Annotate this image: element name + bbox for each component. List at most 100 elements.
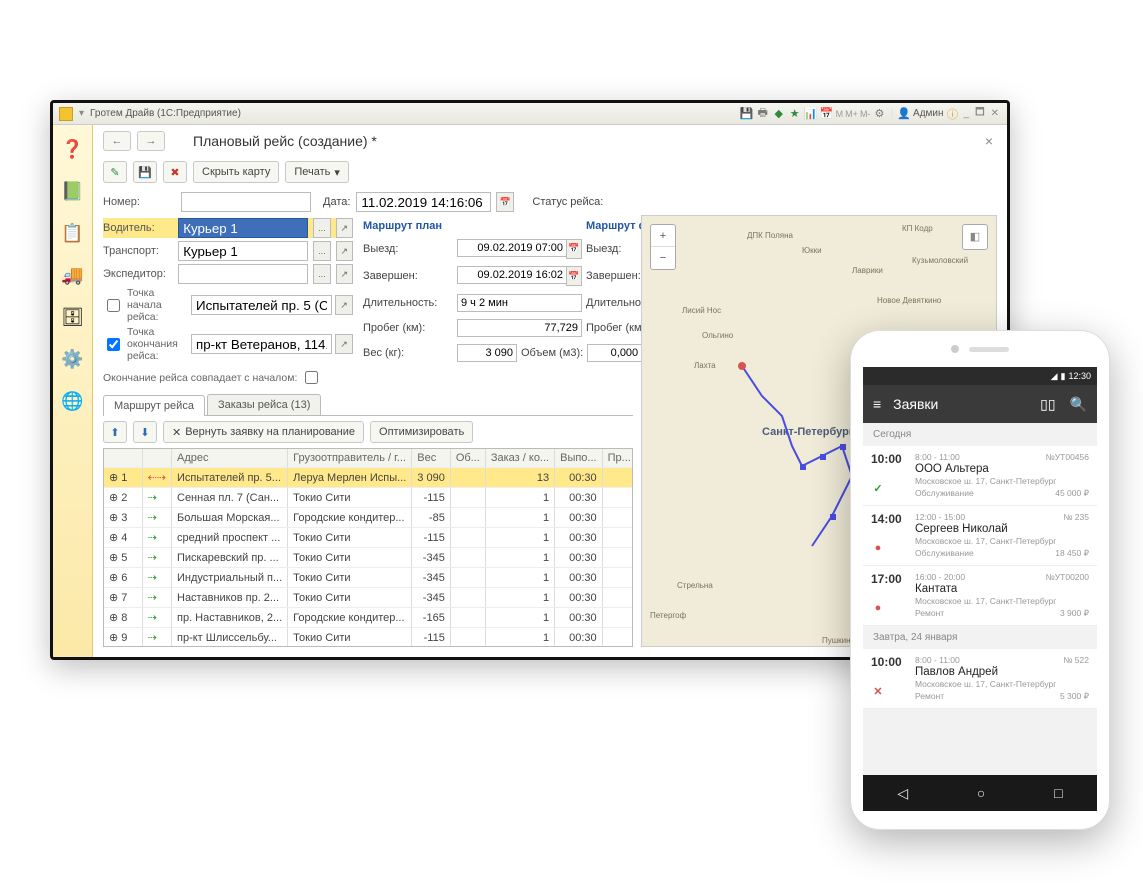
date-input[interactable] [356, 192, 491, 212]
print-button[interactable]: Печать ▾ [285, 161, 349, 183]
titlebar: ▾ Гротем Драйв (1С:Предприятие) 💾 🖶 ◆ ★ … [53, 103, 1007, 125]
col-header[interactable]: Вес [412, 449, 451, 468]
tool1-icon[interactable]: ◆ [772, 107, 786, 121]
driver-open-button[interactable]: ↗ [336, 218, 353, 238]
nav-recent-icon[interactable]: □ [1054, 785, 1062, 801]
rail-truck-icon[interactable]: 🚚 [59, 261, 87, 289]
plan-done-cal[interactable]: 📅 [566, 266, 582, 286]
table-row[interactable]: ⊕ 6⇢Индустриальный п...Токио Сити-345100… [104, 568, 633, 588]
table-row[interactable]: ⊕ 7⇢Наставников пр. 2...Токио Сити-34510… [104, 588, 633, 608]
col-header[interactable]: Грузоотправитель / г... [288, 449, 412, 468]
table-row[interactable]: ⊕ 3⇢Большая Морская...Городские кондитер… [104, 508, 633, 528]
delete-button[interactable]: ✖ [163, 161, 187, 183]
order-card[interactable]: 10:00✕ 8:00 - 11:00№ 522 Павлов Андрей М… [863, 649, 1097, 709]
table-row[interactable]: ⊕ 4⇢средний проспект ...Токио Сити-11510… [104, 528, 633, 548]
rail-db-icon[interactable]: 🗄 [59, 303, 87, 331]
calendar-icon[interactable]: 📅 [820, 107, 834, 121]
order-card[interactable]: 10:00✓ 8:00 - 11:00№УТ00456 ООО Альтера … [863, 446, 1097, 506]
search-icon[interactable]: 🔍 [1070, 396, 1087, 413]
rail-settings-icon[interactable]: ⚙️ [59, 345, 87, 373]
end-point-checkbox[interactable] [107, 338, 120, 351]
transport-label: Транспорт: [103, 245, 172, 257]
plan-done-input[interactable] [457, 266, 567, 284]
hamburger-icon[interactable]: ≡ [873, 396, 881, 412]
order-card[interactable]: 14:00● 12:00 - 15:00№ 235 Сергеев Никола… [863, 506, 1097, 566]
plan-heading: Маршрут план [363, 220, 582, 232]
return-order-button[interactable]: ✕ Вернуть заявку на планирование [163, 421, 364, 443]
nav-home-icon[interactable]: ○ [977, 785, 985, 801]
calc-icon[interactable]: 📊 [804, 107, 818, 121]
expeditor-open-button[interactable]: ↗ [336, 264, 353, 284]
transport-lookup-button[interactable]: ... [313, 241, 330, 261]
maximize-button[interactable]: 🗖 [973, 105, 987, 122]
expeditor-input[interactable] [178, 264, 308, 284]
col-header[interactable]: Пр... [602, 449, 633, 468]
rail-globe-icon[interactable]: 🌐 [59, 387, 87, 415]
save-disk-icon[interactable]: 💾 [740, 107, 754, 121]
rail-docs-icon[interactable]: 📗 [59, 177, 87, 205]
volume-input[interactable] [587, 344, 642, 362]
section-today: Сегодня [863, 423, 1097, 446]
end-point-input[interactable] [191, 334, 332, 354]
number-input[interactable] [181, 192, 311, 212]
date-picker-button[interactable]: 📅 [496, 192, 514, 212]
driver-input[interactable] [178, 218, 308, 238]
tab-route[interactable]: Маршрут рейса [103, 395, 205, 416]
scan-icon[interactable]: ▯▯ [1040, 396, 1055, 413]
save-button[interactable]: 💾 [133, 161, 157, 183]
volume-label: Объем (м3): [521, 347, 583, 359]
nav-back-button[interactable]: ← [103, 131, 131, 151]
zoom-m[interactable]: M [836, 109, 844, 119]
settings-icon[interactable]: ⚙ [872, 107, 886, 121]
close-window-button[interactable]: ✕ [989, 108, 1001, 119]
optimize-button[interactable]: Оптимизировать [370, 421, 473, 443]
same-end-checkbox[interactable] [305, 371, 318, 384]
nav-back-icon[interactable]: ◁ [897, 785, 908, 802]
table-row[interactable]: ⊕ 9⇢пр-кт Шлиссельбу...Токио Сити-115100… [104, 628, 633, 648]
col-header[interactable]: Заказ / ко... [485, 449, 554, 468]
plan-dist-input[interactable] [457, 319, 582, 337]
table-row[interactable]: ⊕ 8⇢пр. Наставников, 2...Городские конди… [104, 608, 633, 628]
col-header[interactable] [104, 449, 142, 468]
table-row[interactable]: ⊕ 1⇠⇢Испытателей пр. 5...Леруа Мерлен Ис… [104, 468, 633, 488]
hide-map-button[interactable]: Скрыть карту [193, 161, 279, 183]
rail-help-icon[interactable]: ❓ [59, 135, 87, 163]
new-button[interactable]: ✎ [103, 161, 127, 183]
start-point-checkbox[interactable] [107, 299, 120, 312]
end-point-label: Точка окончания рейса: [127, 326, 187, 362]
col-header[interactable]: Выпо... [555, 449, 603, 468]
print-icon[interactable]: 🖶 [756, 107, 770, 121]
plan-out-cal[interactable]: 📅 [566, 239, 582, 259]
col-header[interactable]: Адрес [172, 449, 288, 468]
start-point-input[interactable] [191, 295, 332, 315]
help-icon[interactable]: ⓘ [946, 107, 960, 121]
zoom-mminus[interactable]: M- [860, 109, 871, 119]
order-card[interactable]: 17:00● 16:00 - 20:00№УТ00200 Кантата Мос… [863, 566, 1097, 626]
driver-lookup-button[interactable]: ... [313, 218, 330, 238]
rail-checklist-icon[interactable]: 📋 [59, 219, 87, 247]
table-row[interactable]: ⊕ 2⇢Сенная пл. 7 (Сан...Токио Сити-11510… [104, 488, 633, 508]
minimize-button[interactable]: _ [962, 108, 972, 119]
tab-orders[interactable]: Заказы рейса (13) [207, 394, 321, 415]
move-down-button[interactable]: ⬇ [133, 421, 157, 443]
expeditor-lookup-button[interactable]: ... [313, 264, 330, 284]
nav-fwd-button[interactable]: → [137, 131, 165, 151]
app-menu-dropdown[interactable]: ▾ [77, 108, 86, 119]
move-up-button[interactable]: ⬆ [103, 421, 127, 443]
app-icon [59, 107, 73, 121]
phone-appbar: ≡ Заявки ▯▯ 🔍 [863, 385, 1097, 423]
start-open-button[interactable]: ↗ [335, 295, 353, 315]
plan-out-input[interactable] [457, 239, 567, 257]
mobile-phone: ◢ ▮ 12:30 ≡ Заявки ▯▯ 🔍 Сегодня 10:00✓ 8… [850, 330, 1110, 830]
zoom-mplus[interactable]: M+ [845, 109, 858, 119]
weight-input[interactable] [457, 344, 517, 362]
tool2-icon[interactable]: ★ [788, 107, 802, 121]
close-page-button[interactable]: × [981, 133, 997, 149]
transport-input[interactable] [178, 241, 308, 261]
table-row[interactable]: ⊕ 5⇢Пискаревский пр. ...Токио Сити-34510… [104, 548, 633, 568]
plan-dur-input[interactable] [457, 294, 582, 312]
end-open-button[interactable]: ↗ [335, 334, 353, 354]
col-header[interactable] [142, 449, 171, 468]
transport-open-button[interactable]: ↗ [336, 241, 353, 261]
col-header[interactable]: Об... [450, 449, 485, 468]
